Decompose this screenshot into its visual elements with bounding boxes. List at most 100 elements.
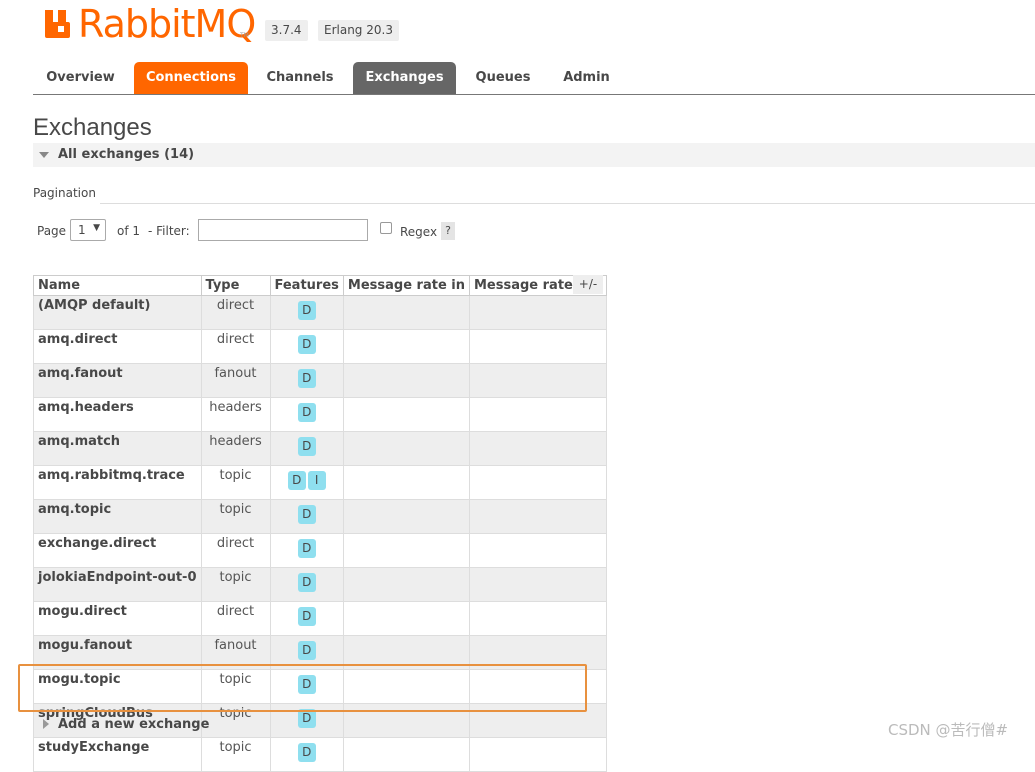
exchange-name-link[interactable]: (AMQP default) [33, 295, 202, 330]
message-rate-in-cell [342, 329, 471, 364]
exchange-name-link[interactable]: amq.topic [33, 499, 202, 534]
all-exchanges-section-toggle[interactable]: All exchanges (14) [33, 143, 1035, 167]
message-rate-out-cell [469, 567, 607, 602]
table-row: jolokiaEndpoint-out-0 topic D [33, 567, 607, 602]
collapse-triangle-icon [39, 152, 49, 158]
feature-durable-badge: D [287, 471, 306, 490]
message-rate-in-cell [342, 431, 471, 466]
message-rate-out-cell [469, 601, 607, 636]
page-title: Exchanges [33, 114, 152, 141]
exchange-type: headers [200, 397, 271, 432]
exchange-name-link[interactable]: mogu.topic [33, 669, 202, 704]
exchange-name-link[interactable]: amq.rabbitmq.trace [33, 465, 202, 500]
exchange-type: headers [200, 431, 271, 466]
table-row: mogu.fanout fanout D [33, 635, 607, 670]
main-nav-tabs: Overview Connections Channels Exchanges … [33, 62, 1035, 95]
table-row: exchange.direct direct D [33, 533, 607, 568]
feature-durable-badge: D [297, 369, 316, 388]
tab-channels[interactable]: Channels [254, 62, 346, 94]
exchange-features: D [269, 567, 344, 602]
table-row: amq.rabbitmq.trace topic D I [33, 465, 607, 500]
exchange-features: D [269, 703, 344, 738]
exchange-features: D [269, 295, 344, 330]
page-select[interactable]: 1 ▼ [70, 219, 106, 241]
pagination-heading: Pagination [33, 186, 96, 200]
exchange-name-link[interactable]: amq.headers [33, 397, 202, 432]
exchange-features: D [269, 669, 344, 704]
exchanges-table: Name Type Features Message rate in Messa… [33, 275, 607, 772]
exchange-features: D [269, 363, 344, 398]
feature-durable-badge: D [297, 607, 316, 626]
exchange-type: topic [200, 669, 271, 704]
tab-exchanges[interactable]: Exchanges [353, 62, 456, 94]
exchange-type: topic [200, 737, 271, 772]
exchange-features: D [269, 499, 344, 534]
message-rate-out-cell [469, 669, 607, 704]
message-rate-out-cell [469, 397, 607, 432]
message-rate-in-cell [342, 499, 471, 534]
message-rate-in-cell [342, 397, 471, 432]
message-rate-in-cell [342, 601, 471, 636]
watermark: CSDN @苦行僧# [888, 721, 1009, 739]
expand-triangle-icon [43, 719, 49, 729]
exchange-name-link[interactable]: jolokiaEndpoint-out-0 [33, 567, 202, 602]
exchange-features: D [269, 601, 344, 636]
section-title: All exchanges (14) [58, 147, 195, 162]
exchanges-table-body: (AMQP default) direct Damq.direct direct Dam… [33, 295, 607, 772]
exchange-type: topic [200, 703, 271, 738]
message-rate-out-cell [469, 465, 607, 500]
feature-durable-badge: D [297, 301, 316, 320]
feature-internal-badge: I [307, 471, 326, 490]
tab-overview[interactable]: Overview [33, 62, 128, 94]
tab-admin[interactable]: Admin [549, 62, 624, 94]
column-header-features[interactable]: Features [269, 275, 344, 296]
table-row: studyExchange topic D [33, 737, 607, 772]
exchange-type: topic [200, 465, 271, 500]
feature-durable-badge: D [297, 675, 316, 694]
table-row: amq.fanout fanout D [33, 363, 607, 398]
message-rate-out-cell [469, 703, 607, 738]
feature-durable-badge: D [297, 335, 316, 354]
table-row: mogu.topic topic D [33, 669, 607, 704]
feature-durable-badge: D [297, 505, 316, 524]
filter-input[interactable] [198, 219, 368, 241]
table-row: amq.topic topic D [33, 499, 607, 534]
exchange-features: D [269, 635, 344, 670]
message-rate-out-cell [469, 635, 607, 670]
exchange-name-link[interactable]: mogu.direct [33, 601, 202, 636]
tab-connections[interactable]: Connections [134, 62, 248, 94]
exchange-name-link[interactable]: amq.match [33, 431, 202, 466]
regex-help-button[interactable]: ? [441, 222, 455, 240]
erlang-version-badge: Erlang 20.3 [318, 20, 399, 41]
message-rate-out-cell [469, 737, 607, 772]
exchange-type: direct [200, 295, 271, 330]
exchange-type: fanout [200, 635, 271, 670]
exchange-name-link[interactable]: exchange.direct [33, 533, 202, 568]
exchange-type: direct [200, 533, 271, 568]
exchange-features: D [269, 329, 344, 364]
exchange-name-link[interactable]: amq.direct [33, 329, 202, 364]
message-rate-out-cell [469, 295, 607, 330]
column-header-type[interactable]: Type [200, 275, 271, 296]
table-row: amq.match headers D [33, 431, 607, 466]
column-header-message-rate-in[interactable]: Message rate in [342, 275, 471, 296]
table-row: (AMQP default) direct D [33, 295, 607, 330]
page-of-label: of 1 [117, 224, 141, 238]
exchange-features: D [269, 533, 344, 568]
exchange-name-link[interactable]: studyExchange [33, 737, 202, 772]
exchange-type: topic [200, 499, 271, 534]
regex-checkbox[interactable] [380, 222, 392, 234]
tab-queues[interactable]: Queues [462, 62, 544, 94]
column-header-name[interactable]: Name [33, 275, 202, 296]
exchange-features: D [269, 737, 344, 772]
message-rate-out-cell [469, 533, 607, 568]
message-rate-in-cell [342, 635, 471, 670]
add-new-exchange-toggle[interactable]: Add a new exchange [58, 717, 209, 732]
table-row: amq.direct direct D [33, 329, 607, 364]
message-rate-in-cell [342, 465, 471, 500]
column-toggle-button[interactable]: +/- [573, 275, 603, 294]
exchange-name-link[interactable]: mogu.fanout [33, 635, 202, 670]
exchange-features: D [269, 397, 344, 432]
exchange-name-link[interactable]: amq.fanout [33, 363, 202, 398]
version-badge: 3.7.4 [265, 20, 308, 41]
